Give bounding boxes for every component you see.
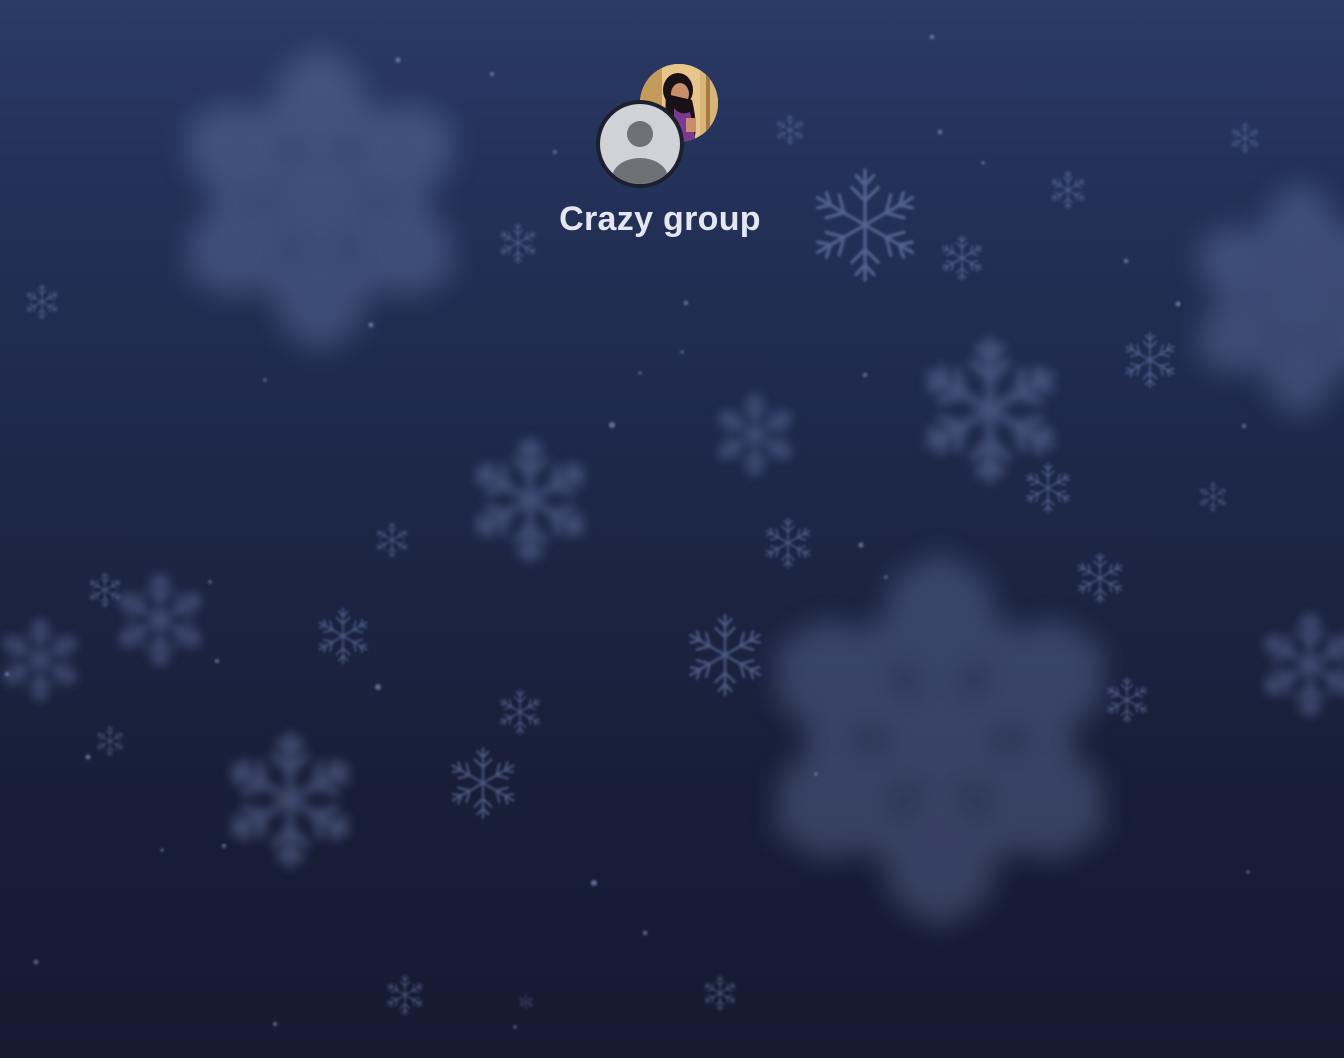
default-person-icon xyxy=(612,121,668,184)
default-person-avatar xyxy=(596,100,684,188)
group-name-title[interactable]: Crazy group xyxy=(0,200,1320,239)
conversation-header: Crazy group xyxy=(0,0,1344,260)
group-avatar-stack[interactable] xyxy=(596,62,726,190)
